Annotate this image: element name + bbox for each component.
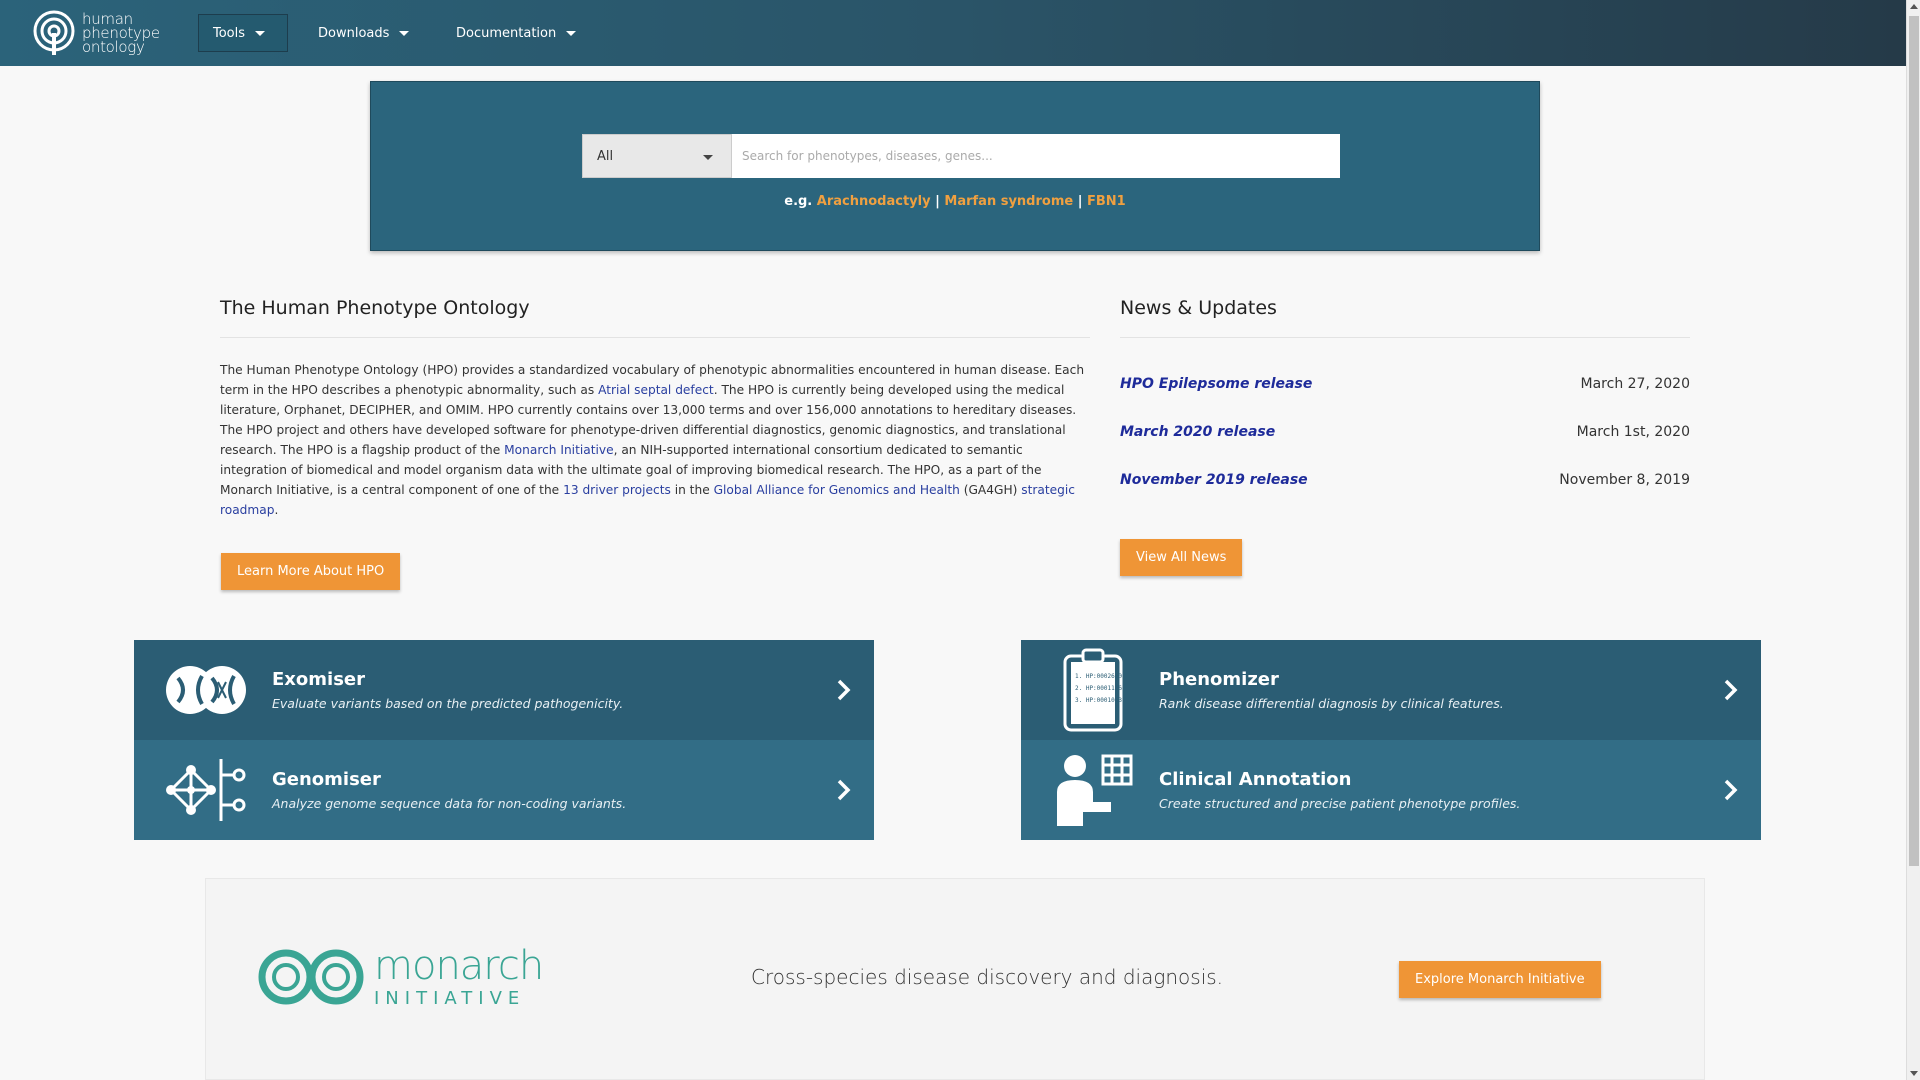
examples-prefix: e.g.: [784, 194, 813, 209]
news-link[interactable]: November 2019 release: [1120, 472, 1308, 488]
news-date: November 8, 2019: [1559, 472, 1690, 488]
news-link[interactable]: HPO Epilepsome release: [1120, 376, 1312, 392]
chevron-right-icon: [814, 679, 874, 701]
about-section: The Human Phenotype Ontology The Human P…: [220, 297, 1090, 520]
monarch-tagline: Cross-species disease discovery and diag…: [751, 965, 1224, 989]
tile-title: Genomiser: [272, 769, 381, 790]
initiative-word: INITIATIVE: [374, 987, 526, 1009]
search-category-select[interactable]: All: [582, 134, 732, 178]
chevron-down-icon: [399, 30, 410, 36]
tile-title: Phenomizer: [1159, 669, 1279, 690]
news-title: News & Updates: [1120, 297, 1690, 338]
tile-description: Create structured and precise patient ph…: [1159, 796, 1521, 811]
news-section: News & Updates HPO Epilepsome release Ma…: [1120, 297, 1690, 504]
nav-tools-label: Tools: [213, 25, 246, 41]
search-input[interactable]: [732, 134, 1340, 178]
chevron-down-icon: [255, 30, 266, 36]
example-separator: |: [1077, 194, 1083, 209]
about-description: The Human Phenotype Ontology (HPO) provi…: [220, 360, 1090, 520]
tile-description: Analyze genome sequence data for non-cod…: [272, 796, 627, 811]
link-atrial-septal-defect[interactable]: Atrial septal defect: [598, 383, 714, 397]
logo-text: human phenotype ontology: [82, 12, 160, 56]
monarch-logo[interactable]: monarch INITIATIVE: [256, 942, 544, 1010]
tile-clinical-annotation[interactable]: Clinical Annotation Create structured an…: [1021, 740, 1761, 840]
hpo-logo[interactable]: human phenotype ontology: [30, 8, 160, 58]
nav-tools[interactable]: Tools: [198, 14, 288, 52]
hpo-logo-icon: [33, 10, 75, 55]
tile-title: Exomiser: [272, 669, 365, 690]
network-icon: [156, 740, 256, 840]
link-monarch-initiative[interactable]: Monarch Initiative: [504, 443, 613, 457]
search-category-value: All: [597, 148, 614, 164]
nav-documentation-label: Documentation: [456, 25, 557, 41]
link-driver-projects[interactable]: 13 driver projects: [563, 483, 671, 497]
news-link[interactable]: March 2020 release: [1120, 424, 1275, 440]
clipboard-icon: 1. HP:0002650 2. HP:0001166 3. HP:000108…: [1043, 640, 1143, 740]
explore-monarch-button[interactable]: Explore Monarch Initiative: [1399, 961, 1601, 998]
news-item: November 2019 release November 8, 2019: [1120, 456, 1690, 504]
monarch-word: monarch: [374, 942, 544, 989]
chevron-down-icon: [566, 30, 577, 36]
page-scrollbar[interactable]: [1906, 0, 1920, 1080]
clipboard-line: 3. HP:0001083: [1075, 697, 1122, 704]
tile-exomiser[interactable]: Exomiser Evaluate variants based on the …: [134, 640, 874, 740]
link-ga4gh[interactable]: Global Alliance for Genomics and Health: [714, 483, 960, 497]
scrollbar-thumb[interactable]: [1909, 16, 1919, 866]
search-banner: All e.g. Arachnodactyly | Marfan syndrom…: [370, 81, 1540, 251]
tile-description: Evaluate variants based on the predicted…: [272, 696, 624, 711]
scroll-up-icon[interactable]: [1910, 4, 1918, 9]
nav-downloads-label: Downloads: [318, 25, 390, 41]
dna-globe-icon: [156, 640, 256, 740]
chevron-right-icon: [1701, 779, 1761, 801]
about-text: (GA4GH): [959, 483, 1022, 497]
news-item: HPO Epilepsome release March 27, 2020: [1120, 360, 1690, 408]
example-link-arachnodactyly[interactable]: Arachnodactyly: [817, 194, 931, 209]
chevron-right-icon: [1701, 679, 1761, 701]
search-examples: e.g. Arachnodactyly | Marfan syndrome | …: [371, 194, 1539, 209]
news-date: March 27, 2020: [1580, 376, 1690, 392]
patient-grid-icon: [1043, 740, 1143, 840]
scroll-down-icon[interactable]: [1910, 1071, 1918, 1076]
top-navbar: human phenotype ontology Tools Downloads…: [0, 0, 1906, 66]
tile-title: Clinical Annotation: [1159, 769, 1352, 790]
example-link-fbn1[interactable]: FBN1: [1087, 194, 1126, 209]
nav-downloads[interactable]: Downloads: [304, 14, 423, 52]
news-item: March 2020 release March 1st, 2020: [1120, 408, 1690, 456]
tile-phenomizer[interactable]: 1. HP:0002650 2. HP:0001166 3. HP:000108…: [1021, 640, 1761, 740]
about-text: in the: [670, 483, 714, 497]
infinity-icon: [258, 949, 364, 1005]
about-text: .: [274, 503, 279, 517]
clipboard-line: 2. HP:0001166: [1075, 685, 1122, 692]
tile-genomiser[interactable]: Genomiser Analyze genome sequence data f…: [134, 740, 874, 840]
nav-documentation[interactable]: Documentation: [442, 14, 590, 52]
monarch-wordmark: monarch INITIATIVE: [374, 942, 544, 1009]
example-separator: |: [935, 194, 940, 209]
news-date: March 1st, 2020: [1576, 424, 1690, 440]
monarch-panel: monarch INITIATIVE Cross-species disease…: [205, 878, 1705, 1080]
about-title: The Human Phenotype Ontology: [220, 297, 1090, 338]
tile-description: Rank disease differential diagnosis by c…: [1159, 696, 1504, 711]
news-list: HPO Epilepsome release March 27, 2020 Ma…: [1120, 360, 1690, 504]
logo-line-3: ontology: [82, 38, 145, 56]
view-all-news-button[interactable]: View All News: [1120, 539, 1243, 576]
chevron-right-icon: [814, 779, 874, 801]
chevron-down-icon: [703, 155, 713, 160]
example-link-marfan[interactable]: Marfan syndrome: [944, 194, 1073, 209]
clipboard-line: 1. HP:0002650: [1075, 673, 1122, 680]
learn-more-button[interactable]: Learn More About HPO: [221, 553, 401, 590]
